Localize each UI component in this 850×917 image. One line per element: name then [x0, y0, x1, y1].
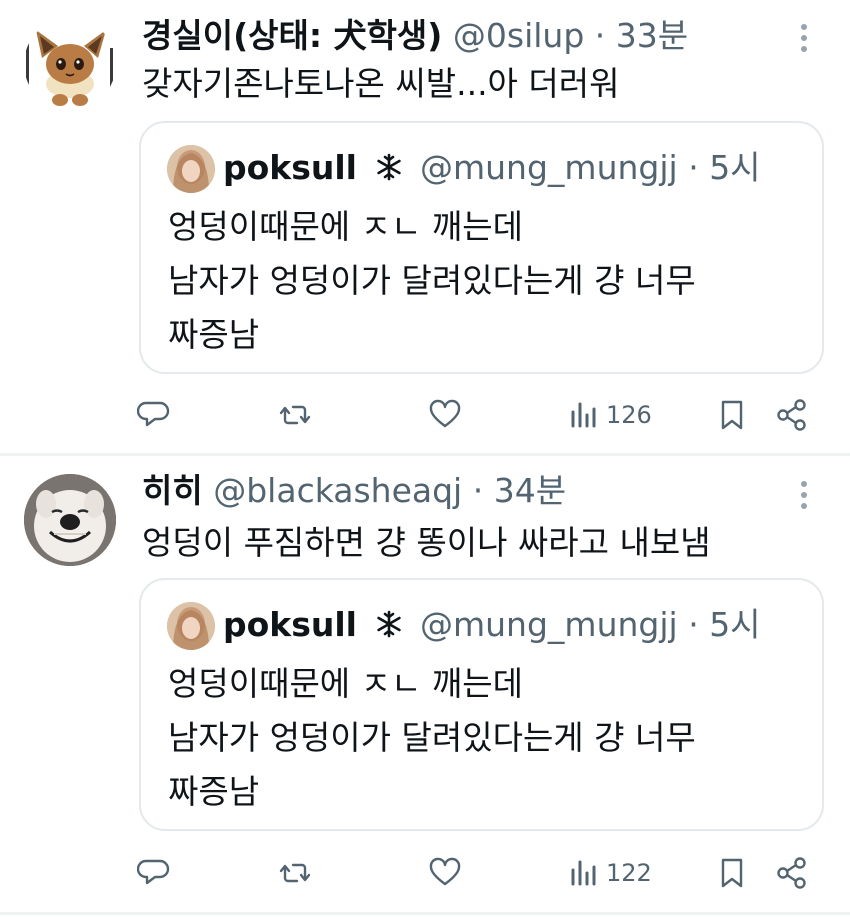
- tweet-text: 갖자기존나토나온 씨발...아 더러워: [142, 64, 620, 103]
- more-icon[interactable]: [796, 481, 812, 511]
- views-icon: [571, 860, 596, 886]
- separator-dot: ·: [688, 148, 699, 187]
- share-button[interactable]: [775, 395, 809, 435]
- tweet-header: 경실이(상태: 犬학생) @0silup · 33분: [142, 14, 688, 58]
- quoted-tweet-text: 엉덩이때문에 ㅈㄴ 깨는데 남자가 엉덩이가 달려있다는게 걍 너무 짜증남: [168, 657, 696, 819]
- snowflake-icon: [374, 149, 404, 181]
- timestamp[interactable]: 34분: [494, 471, 566, 510]
- like-button[interactable]: [428, 395, 462, 435]
- bookmark-button[interactable]: [715, 395, 749, 435]
- retweet-icon: [279, 863, 311, 883]
- woman-photo-avatar-icon: [167, 602, 215, 650]
- action-bar: 122: [0, 853, 850, 893]
- reply-button[interactable]: [137, 853, 171, 893]
- separator-dot: ·: [594, 16, 606, 55]
- quoted-text-line: 짜증남: [168, 315, 260, 354]
- woman-photo-avatar-icon: [167, 145, 215, 193]
- eevee-avatar-icon: [24, 18, 116, 110]
- tweet-text: 엉덩이 푸짐하면 걍 똥이나 싸라고 내보냄: [142, 523, 711, 562]
- like-icon: [429, 399, 461, 428]
- bookmark-button[interactable]: [715, 853, 749, 893]
- views-count: 126: [606, 401, 652, 429]
- bookmark-icon: [721, 400, 743, 430]
- snowflake-icon: [374, 606, 404, 638]
- avatar[interactable]: [167, 602, 215, 650]
- retweet-icon: [279, 405, 311, 425]
- timestamp[interactable]: 33분: [616, 16, 688, 55]
- avatar[interactable]: [24, 18, 116, 110]
- timestamp[interactable]: 5시: [709, 148, 760, 187]
- views-count: 122: [606, 859, 652, 887]
- smiling-dog-avatar-icon: [24, 474, 116, 566]
- tweet[interactable]: 경실이(상태: 犬학생) @0silup · 33분 갖자기존나토나온 씨발..…: [0, 0, 850, 452]
- display-name[interactable]: 히히: [142, 471, 203, 510]
- retweet-button[interactable]: [278, 853, 312, 893]
- tweet[interactable]: 히히 @blackasheaqj · 34분 엉덩이 푸짐하면 걍 똥이나 싸라…: [0, 457, 850, 915]
- separator-dot: ·: [688, 605, 699, 644]
- quoted-text-line: 엉덩이때문에 ㅈㄴ 깨는데: [168, 207, 523, 246]
- action-bar: 126: [0, 395, 850, 435]
- tweet-header: 히히 @blackasheaqj · 34분: [142, 469, 566, 513]
- retweet-button[interactable]: [278, 395, 312, 435]
- avatar[interactable]: [167, 145, 215, 193]
- separator-dot: ·: [472, 471, 484, 510]
- quoted-tweet-text: 엉덩이때문에 ㅈㄴ 깨는데 남자가 엉덩이가 달려있다는게 걍 너무 짜증남: [168, 200, 696, 362]
- display-name[interactable]: 경실이(상태: 犬학생): [142, 16, 442, 55]
- divider: [0, 453, 850, 456]
- quoted-text-line: 엉덩이때문에 ㅈㄴ 깨는데: [168, 664, 523, 703]
- views-button[interactable]: 122: [568, 853, 652, 893]
- quoted-text-line: 남자가 엉덩이가 달려있다는게 걍 너무: [168, 718, 696, 757]
- reply-icon: [137, 401, 170, 427]
- quoted-tweet-header: poksull @mung_mungjj · 5시: [223, 603, 761, 647]
- quoted-tweet[interactable]: poksull @mung_mungjj · 5시 엉덩이때문에 ㅈㄴ 깨는데 …: [139, 578, 824, 831]
- share-icon: [777, 399, 806, 431]
- avatar[interactable]: [24, 474, 116, 566]
- display-name[interactable]: poksull: [223, 605, 357, 644]
- views-button[interactable]: 126: [568, 395, 652, 435]
- more-icon[interactable]: [796, 24, 812, 54]
- user-handle[interactable]: @mung_mungjj: [420, 148, 678, 187]
- bookmark-icon: [721, 858, 743, 888]
- user-handle[interactable]: @mung_mungjj: [420, 605, 678, 644]
- like-button[interactable]: [428, 853, 462, 893]
- timestamp[interactable]: 5시: [709, 605, 760, 644]
- views-icon: [571, 402, 596, 428]
- share-icon: [777, 857, 806, 889]
- quoted-text-line: 남자가 엉덩이가 달려있다는게 걍 너무: [168, 261, 696, 300]
- share-button[interactable]: [775, 853, 809, 893]
- divider: [0, 912, 850, 915]
- quoted-tweet[interactable]: poksull @mung_mungjj · 5시 엉덩이때문에 ㅈㄴ 깨는데 …: [139, 121, 824, 374]
- reply-button[interactable]: [137, 395, 171, 435]
- user-handle[interactable]: @blackasheaqj: [213, 471, 462, 510]
- reply-icon: [137, 859, 170, 885]
- like-icon: [429, 857, 461, 886]
- user-handle[interactable]: @0silup: [453, 16, 584, 55]
- display-name[interactable]: poksull: [223, 148, 357, 187]
- quoted-tweet-header: poksull @mung_mungjj · 5시: [223, 146, 761, 190]
- quoted-text-line: 짜증남: [168, 772, 260, 811]
